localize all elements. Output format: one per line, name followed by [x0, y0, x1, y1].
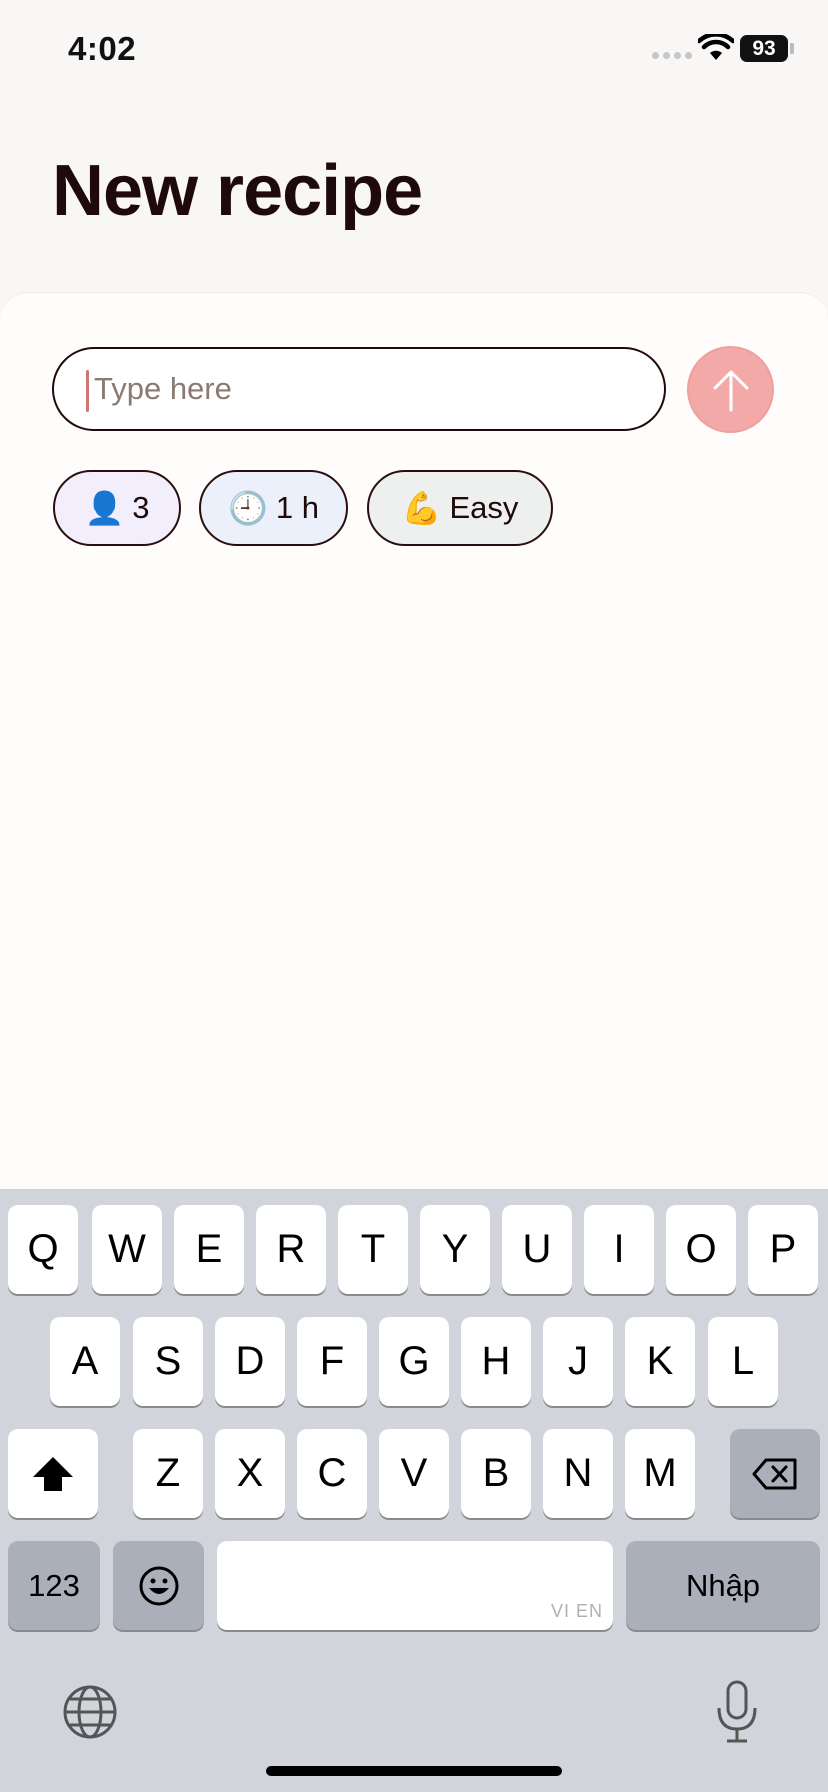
clock-icon: 🕘 — [228, 490, 268, 526]
key-m[interactable]: M — [625, 1429, 695, 1518]
backspace-icon — [752, 1458, 797, 1489]
arrow-up-icon — [713, 370, 748, 411]
key-t[interactable]: T — [338, 1205, 408, 1294]
battery-icon: 93 — [740, 35, 788, 62]
space-key[interactable]: VI EN — [217, 1541, 613, 1630]
key-f[interactable]: F — [297, 1317, 367, 1406]
keyboard: Q W E R T Y U I O P A S D F G H J K L Z … — [0, 1189, 828, 1792]
backspace-key[interactable] — [730, 1429, 820, 1518]
home-indicator — [266, 1766, 562, 1776]
key-p[interactable]: P — [748, 1205, 818, 1294]
key-e[interactable]: E — [174, 1205, 244, 1294]
key-o[interactable]: O — [666, 1205, 736, 1294]
key-i[interactable]: I — [584, 1205, 654, 1294]
key-w[interactable]: W — [92, 1205, 162, 1294]
shift-key[interactable] — [8, 1429, 98, 1518]
send-button[interactable] — [687, 346, 774, 433]
cellular-signal-icon — [652, 52, 692, 59]
key-r[interactable]: R — [256, 1205, 326, 1294]
shift-icon — [33, 1456, 73, 1491]
key-x[interactable]: X — [215, 1429, 285, 1518]
key-y[interactable]: Y — [420, 1205, 490, 1294]
key-j[interactable]: J — [543, 1317, 613, 1406]
key-u[interactable]: U — [502, 1205, 572, 1294]
battery-tip — [790, 43, 794, 54]
key-g[interactable]: G — [379, 1317, 449, 1406]
muscle-icon: 💪 — [401, 490, 442, 526]
key-c[interactable]: C — [297, 1429, 367, 1518]
servings-value: 3 — [132, 490, 150, 525]
key-n[interactable]: N — [543, 1429, 613, 1518]
microphone-icon[interactable] — [714, 1679, 760, 1745]
key-s[interactable]: S — [133, 1317, 203, 1406]
key-h[interactable]: H — [461, 1317, 531, 1406]
key-q[interactable]: Q — [8, 1205, 78, 1294]
key-d[interactable]: D — [215, 1317, 285, 1406]
language-hint: VI EN — [550, 1601, 603, 1621]
key-l[interactable]: L — [708, 1317, 778, 1406]
key-k[interactable]: K — [625, 1317, 695, 1406]
text-cursor — [86, 370, 89, 412]
difficulty-value: Easy — [449, 490, 519, 525]
wifi-icon — [698, 34, 734, 60]
emoji-icon — [139, 1566, 178, 1605]
key-a[interactable]: A — [50, 1317, 120, 1406]
emoji-key[interactable] — [113, 1541, 204, 1630]
person-icon: 👤 — [84, 490, 125, 526]
servings-chip[interactable]: 👤 3 — [53, 470, 181, 546]
page-title: New recipe — [52, 151, 423, 231]
difficulty-chip[interactable]: 💪 Easy — [367, 470, 553, 546]
status-bar: 4:02 93 — [0, 0, 828, 100]
key-z[interactable]: Z — [133, 1429, 203, 1518]
time-chip[interactable]: 🕘 1 h — [199, 470, 348, 546]
key-v[interactable]: V — [379, 1429, 449, 1518]
return-key[interactable]: Nhập — [626, 1541, 820, 1630]
recipe-input-box[interactable] — [52, 347, 666, 431]
recipe-input[interactable] — [92, 349, 636, 429]
status-time: 4:02 — [68, 30, 137, 67]
globe-icon[interactable] — [62, 1684, 118, 1740]
numbers-key[interactable]: 123 — [8, 1541, 100, 1630]
key-b[interactable]: B — [461, 1429, 531, 1518]
time-value: 1 h — [275, 490, 319, 525]
